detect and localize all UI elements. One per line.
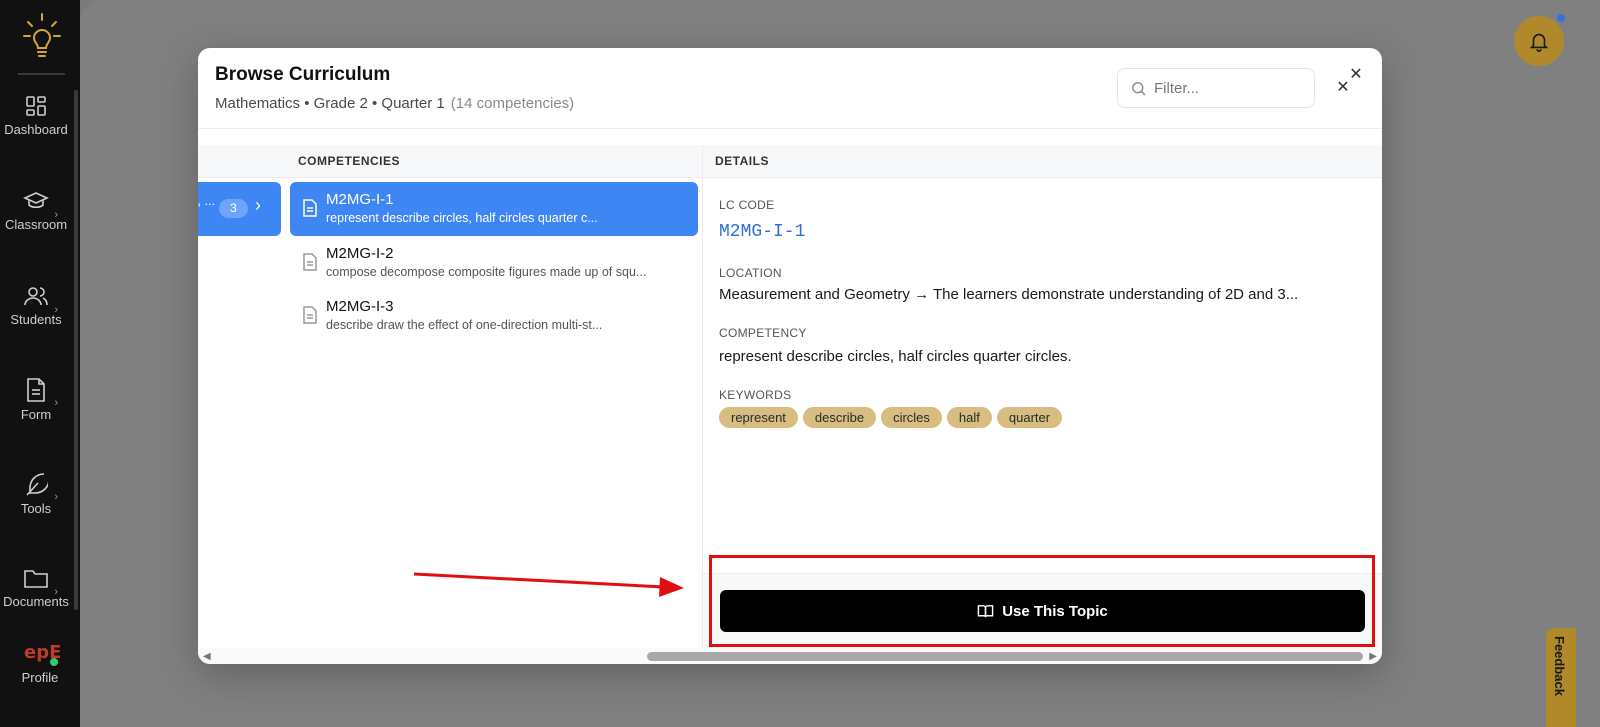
keyword-tags: represent describe circles half quarter [719, 407, 1063, 428]
selected-strand-item[interactable]: 5, ... 3 › [198, 182, 281, 236]
file-icon [303, 253, 317, 271]
sidebar-item-label: Students [10, 312, 62, 327]
sidebar: Dashboard Classroom › Students › Form › … [0, 0, 80, 727]
keyword-tag: half [946, 407, 992, 428]
modal-subtitle: Mathematics • Grade 2 • Quarter 1 (14 com… [215, 95, 574, 112]
logo-divider [18, 73, 65, 75]
sidebar-item-label: Dashboard [4, 122, 68, 137]
file-icon [303, 306, 317, 324]
location-value: Measurement and Geometry → The learners … [719, 286, 1299, 303]
chevron-right-icon: › [54, 491, 58, 503]
sidebar-item-classroom[interactable]: Classroom › [0, 189, 72, 232]
competency-label: COMPETENCY [719, 326, 807, 340]
sidebar-item-label: Form [20, 407, 52, 422]
competency-code: M2MG-I-3 [326, 298, 394, 315]
details-heading: DETAILS [715, 154, 769, 168]
users-icon [24, 287, 48, 306]
competency-code: M2MG-I-1 [326, 191, 394, 208]
chevron-right-icon: › [255, 195, 261, 215]
sidebar-item-students[interactable]: Students › [0, 284, 72, 327]
chevron-right-icon: › [54, 304, 58, 316]
sidebar-item-label: Documents [3, 594, 69, 609]
feedback-tab[interactable]: Feedback [1546, 628, 1576, 727]
sidebar-item-tools[interactable]: Tools › [0, 471, 72, 516]
keyword-tag: describe [802, 407, 877, 428]
header-divider [198, 128, 1382, 129]
graduation-cap-icon [23, 192, 49, 209]
avatar: epE [24, 642, 60, 666]
competency-desc: compose decompose composite figures made… [326, 265, 647, 279]
competency-item[interactable]: M2MG-I-2 compose decompose composite fig… [290, 236, 698, 290]
sidebar-scrollbar[interactable] [74, 90, 78, 610]
competency-desc: represent describe circles, half circles… [326, 211, 598, 225]
close-button[interactable]: ✕ [1334, 78, 1352, 96]
bell-icon [1529, 33, 1549, 52]
keyword-tag: represent [719, 407, 798, 428]
scrollbar-thumb[interactable] [647, 652, 1363, 661]
modal-title: Browse Curriculum [215, 64, 391, 85]
lc-code-label: LC CODE [719, 198, 775, 212]
horizontal-scrollbar[interactable]: ◀ ▶ [198, 648, 1382, 664]
scroll-right-icon[interactable]: ▶ [1369, 651, 1377, 662]
competencies-heading: COMPETENCIES [298, 154, 401, 168]
competency-count: (14 competencies) [450, 95, 575, 112]
chevron-right-icon: › [54, 209, 58, 221]
lc-code-value: M2MG-I-1 [719, 222, 806, 242]
filter-input[interactable] [1154, 77, 1304, 99]
lightbulb-logo-icon[interactable] [22, 12, 62, 60]
sidebar-item-form[interactable]: Form › [0, 377, 72, 422]
sidebar-item-label: Classroom [4, 217, 68, 232]
competencies-column-header: COMPETENCIES [198, 145, 702, 178]
location-label: LOCATION [719, 266, 782, 280]
feedback-label: Feedback [1552, 636, 1567, 696]
file-icon [303, 199, 317, 217]
sidebar-item-dashboard[interactable]: Dashboard [0, 94, 72, 137]
keywords-label: KEYWORDS [719, 388, 792, 402]
keyword-tag: circles [881, 407, 942, 428]
sidebar-item-profile[interactable]: epE Profile [4, 636, 76, 685]
filter-field[interactable] [1117, 68, 1315, 108]
sidebar-item-documents[interactable]: Documents › [0, 566, 72, 609]
notifications-button[interactable] [1514, 16, 1564, 66]
sidebar-item-label: Profile [21, 670, 59, 685]
dashboard-icon [26, 96, 46, 116]
notification-dot [1557, 14, 1565, 22]
annotation-arrow-icon [413, 572, 684, 597]
competency-desc: describe draw the effect of one-directio… [326, 318, 603, 332]
feather-icon [26, 473, 48, 496]
count-badge: 3 [219, 199, 248, 218]
competency-code: M2MG-I-2 [326, 245, 394, 262]
breadcrumb: Mathematics • Grade 2 • Quarter 1 [215, 95, 445, 112]
keyword-tag: quarter [996, 407, 1063, 428]
chevron-right-icon: › [54, 586, 58, 598]
strand-label-truncated: 5, ... [198, 193, 216, 208]
folder-icon [24, 570, 48, 588]
scroll-left-icon[interactable]: ◀ [203, 651, 211, 662]
competency-value: represent describe circles, half circles… [719, 348, 1072, 365]
competency-item[interactable]: M2MG-I-3 describe draw the effect of one… [290, 289, 698, 343]
chevron-right-icon: › [54, 397, 58, 409]
sidebar-item-label: Tools [20, 501, 52, 516]
document-icon [27, 378, 45, 402]
search-icon [1132, 82, 1146, 96]
competency-item-selected[interactable]: M2MG-I-1 represent describe circles, hal… [290, 182, 698, 236]
annotation-highlight-box [709, 555, 1375, 647]
details-column-header: DETAILS [703, 145, 1382, 178]
